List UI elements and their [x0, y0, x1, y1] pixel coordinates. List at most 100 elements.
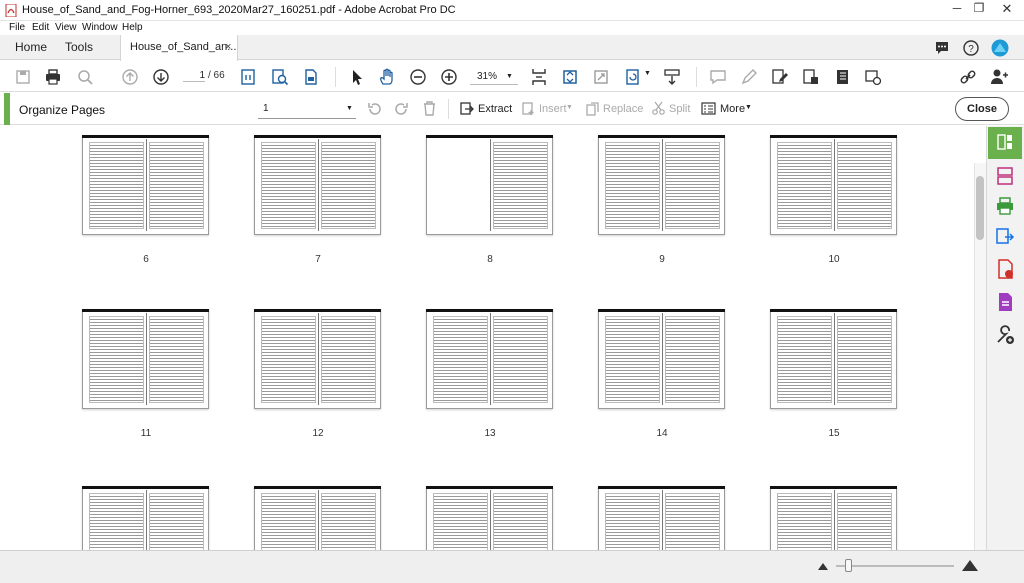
rotate-counterclockwise-icon[interactable]: [366, 101, 383, 118]
zoom-out-icon[interactable]: [408, 67, 428, 87]
page-thumbnail[interactable]: [82, 135, 209, 235]
menu-edit[interactable]: Edit: [32, 21, 49, 35]
rotate-view-icon[interactable]: [623, 67, 643, 87]
share-link-icon[interactable]: [958, 67, 978, 87]
minimize-button[interactable]: ─: [946, 0, 968, 18]
thumbnail-edge: [770, 135, 897, 138]
export-tool-icon[interactable]: [993, 225, 1017, 249]
maximize-button[interactable]: ❐: [968, 0, 990, 18]
rotate-dropdown-chevron-icon[interactable]: ▼: [644, 70, 651, 77]
thumbnail-edge: [598, 309, 725, 312]
print-icon[interactable]: [43, 67, 63, 87]
account-avatar-icon[interactable]: [991, 39, 1009, 57]
add-user-icon[interactable]: [989, 67, 1009, 87]
score-page-left: [433, 493, 488, 550]
highlight-pen-icon[interactable]: [739, 67, 759, 87]
page-thumbnail[interactable]: [254, 309, 381, 409]
more-tools-wrench-icon[interactable]: [993, 323, 1017, 347]
pdf-file-icon[interactable]: [993, 257, 1017, 281]
search-document-icon[interactable]: [270, 67, 290, 87]
page-thumbnail[interactable]: [426, 486, 553, 550]
create-pdf-icon[interactable]: [993, 164, 1017, 188]
rotate-clockwise-icon[interactable]: [393, 101, 410, 118]
export-pdf-icon[interactable]: [801, 67, 821, 87]
delete-trash-icon[interactable]: [421, 100, 438, 117]
fit-width-icon[interactable]: [529, 67, 549, 87]
page-thumbnail[interactable]: [426, 309, 553, 409]
help-icon[interactable]: ?: [963, 40, 979, 56]
score-page-right: [493, 316, 548, 403]
page-thumbnail[interactable]: [82, 309, 209, 409]
insert-button[interactable]: Insert: [539, 102, 567, 116]
print-tool-icon[interactable]: [993, 194, 1017, 218]
page-thumbnail[interactable]: [426, 135, 553, 235]
zoom-in-icon[interactable]: [439, 67, 459, 87]
score-page-right: [837, 493, 892, 550]
comment-icon[interactable]: [708, 67, 728, 87]
scrollbar-thumb[interactable]: [976, 176, 984, 240]
split-button[interactable]: Split: [669, 102, 690, 116]
thumbnail-size-slider[interactable]: [836, 565, 954, 567]
menu-view[interactable]: View: [55, 21, 77, 35]
fullscreen-icon[interactable]: [591, 67, 611, 87]
extract-icon[interactable]: [459, 101, 474, 116]
thumbnail-edge: [254, 486, 381, 489]
page-thumbnail[interactable]: [770, 135, 897, 235]
zoom-select[interactable]: 31% ▼: [470, 69, 518, 85]
extract-button[interactable]: Extract: [478, 102, 512, 116]
fill-sign-icon[interactable]: [993, 290, 1017, 314]
page-range-select[interactable]: 1 ▼: [258, 100, 356, 119]
more-button[interactable]: More: [720, 102, 745, 116]
document-tab-close-icon[interactable]: ×: [225, 41, 231, 53]
page-number-input[interactable]: 1: [183, 70, 205, 82]
insert-chevron-down-icon[interactable]: ▼: [566, 104, 573, 111]
organize-pages-tool-active[interactable]: [988, 127, 1022, 159]
page-thumbnail[interactable]: [598, 486, 725, 550]
insert-icon[interactable]: [521, 101, 536, 116]
zoom-out-mountain-icon[interactable]: [817, 561, 829, 571]
page-thumbnail[interactable]: [598, 135, 725, 235]
page-thumbnails-icon[interactable]: [238, 67, 258, 87]
page-thumbnail[interactable]: [770, 309, 897, 409]
edit-pdf-icon[interactable]: [770, 67, 790, 87]
score-page-left: [89, 316, 144, 403]
page-thumbnail[interactable]: [82, 486, 209, 550]
document-tab[interactable]: House_of_Sand_an... ×: [120, 35, 238, 61]
score-page-left: [89, 142, 144, 229]
close-organize-button[interactable]: Close: [955, 97, 1009, 121]
page-fold: [146, 490, 147, 550]
page-thumbnail[interactable]: [254, 486, 381, 550]
select-cursor-icon[interactable]: [346, 67, 366, 87]
scrolling-mode-icon[interactable]: [662, 67, 682, 87]
zoom-in-mountain-icon[interactable]: [961, 558, 979, 572]
page-thumbnail[interactable]: [254, 135, 381, 235]
thumbnail-size-slider-handle[interactable]: [845, 559, 852, 572]
page-fold: [834, 313, 835, 405]
next-page-icon[interactable]: [151, 67, 171, 87]
more-list-icon[interactable]: [701, 101, 716, 116]
print-production-icon[interactable]: [863, 67, 883, 87]
hand-tool-icon[interactable]: [377, 67, 397, 87]
save-icon[interactable]: [13, 67, 33, 87]
find-zoom-icon[interactable]: [75, 67, 95, 87]
menu-file[interactable]: File: [9, 21, 25, 35]
page-thumbnail[interactable]: [770, 486, 897, 550]
split-scissors-icon[interactable]: [651, 101, 666, 116]
score-page-right: [321, 493, 376, 550]
replace-icon[interactable]: [585, 101, 600, 116]
tab-tools[interactable]: Tools: [65, 35, 93, 60]
single-page-icon[interactable]: [301, 67, 321, 87]
close-window-button[interactable]: ✕: [992, 0, 1022, 18]
book-icon[interactable]: [832, 67, 852, 87]
more-chevron-down-icon[interactable]: ▼: [745, 104, 752, 111]
fit-page-icon[interactable]: [560, 67, 580, 87]
comment-bubble-icon[interactable]: [934, 40, 950, 56]
menu-help[interactable]: Help: [122, 21, 143, 35]
menu-window[interactable]: Window: [82, 21, 118, 35]
score-page-left: [261, 142, 316, 229]
tab-home[interactable]: Home: [15, 35, 47, 60]
page-thumbnail[interactable]: [598, 309, 725, 409]
previous-page-icon[interactable]: [120, 67, 140, 87]
thumbnail-edge: [254, 135, 381, 138]
replace-button[interactable]: Replace: [603, 102, 643, 116]
